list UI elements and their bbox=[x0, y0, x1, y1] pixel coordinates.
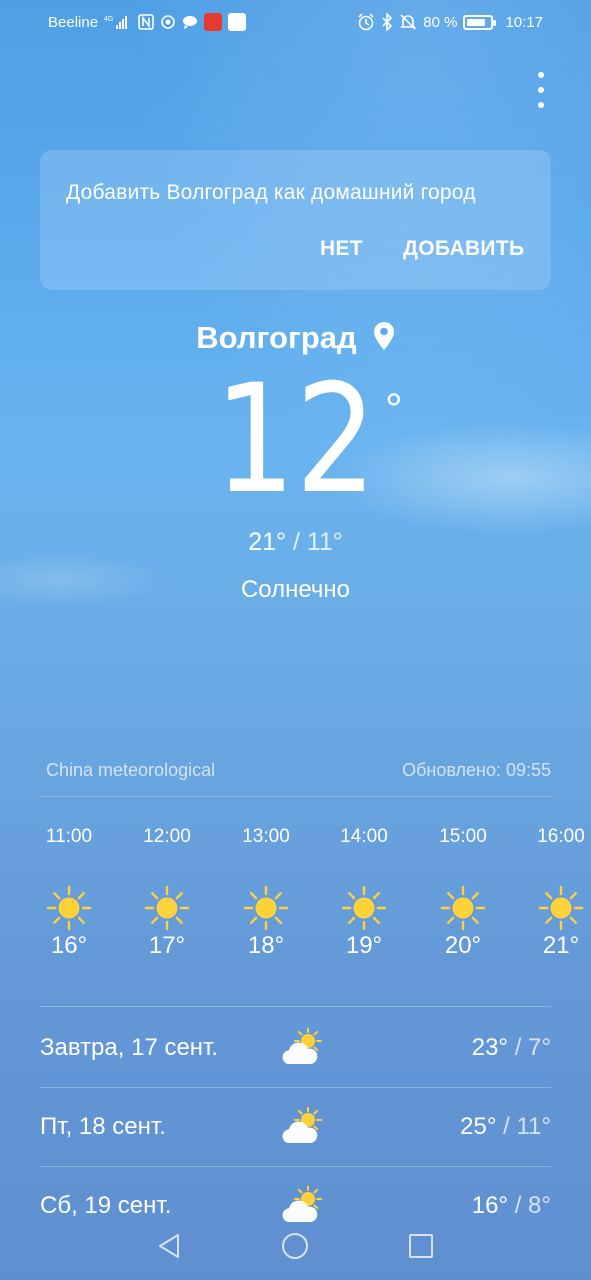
sun-icon bbox=[314, 876, 414, 940]
recents-icon[interactable] bbox=[408, 1232, 434, 1265]
sun-icon bbox=[511, 876, 591, 940]
city-name: Волгоград bbox=[196, 320, 357, 355]
add-home-city-card: Добавить Волгоград как домашний город НЕ… bbox=[40, 150, 551, 290]
home-icon[interactable] bbox=[281, 1232, 309, 1265]
day-label: Сб, 19 сент. bbox=[40, 1192, 172, 1219]
navigation-bar bbox=[0, 1222, 591, 1272]
bluetooth-icon bbox=[381, 13, 393, 31]
battery-icon bbox=[463, 14, 497, 30]
day-temperatures: 23° / 7° bbox=[471, 1034, 551, 1061]
chat-icon bbox=[182, 15, 198, 29]
add-home-city-message: Добавить Волгоград как домашний город bbox=[66, 181, 476, 204]
status-bar: Beeline 4G 80 % 10:17 bbox=[0, 0, 591, 44]
add-button[interactable]: ДОБАВИТЬ bbox=[403, 237, 524, 261]
divider bbox=[40, 1166, 551, 1167]
hourly-item: 15:00 20° bbox=[413, 822, 513, 960]
partly-cloudy-icon bbox=[277, 1028, 327, 1068]
data-provider: China meteorological bbox=[46, 760, 216, 780]
location-target-icon bbox=[160, 14, 176, 30]
carrier-label: Beeline bbox=[48, 13, 99, 31]
partly-cloudy-icon bbox=[277, 1107, 327, 1147]
battery-percent: 80 % bbox=[423, 13, 458, 31]
app-badge-icon bbox=[204, 13, 223, 31]
mute-icon bbox=[399, 13, 417, 31]
current-temperature: 12 bbox=[214, 353, 377, 527]
alarm-icon bbox=[357, 13, 375, 31]
day-temperatures: 16° / 8° bbox=[471, 1192, 551, 1219]
sun-icon bbox=[19, 876, 119, 940]
daily-forecast-row[interactable]: Пт, 18 сент. 25° / 11° bbox=[40, 1097, 551, 1157]
back-icon[interactable] bbox=[156, 1232, 182, 1265]
hourly-item: 13:00 18° bbox=[216, 822, 316, 960]
sun-icon bbox=[413, 876, 513, 940]
divider bbox=[40, 1087, 551, 1088]
nfc-icon bbox=[138, 14, 154, 30]
svg-text:4G: 4G bbox=[104, 16, 113, 23]
divider bbox=[40, 1006, 551, 1007]
source-row: China meteorological Обновлено: 09:55 bbox=[46, 760, 551, 781]
day-label: Завтра, 17 сент. bbox=[40, 1034, 219, 1061]
sun-icon bbox=[117, 876, 217, 940]
city-header[interactable]: Волгоград bbox=[0, 320, 591, 356]
hourly-item: 11:00 16° bbox=[19, 822, 119, 960]
high-temperature: 21° bbox=[248, 528, 286, 556]
high-low-temperature: 21° / 11° bbox=[248, 528, 343, 556]
hourly-item: 16:00 21° bbox=[511, 822, 591, 960]
low-temperature: 11° bbox=[306, 528, 343, 556]
location-pin-icon bbox=[373, 321, 395, 356]
updated-time: Обновлено: 09:55 bbox=[402, 760, 551, 780]
daily-forecast-row[interactable]: Завтра, 17 сент. 23° / 7° bbox=[40, 1018, 551, 1078]
no-button[interactable]: НЕТ bbox=[320, 237, 363, 261]
day-temperatures: 25° / 11° bbox=[460, 1113, 551, 1140]
divider bbox=[40, 796, 551, 797]
degree-symbol: ° bbox=[385, 385, 403, 434]
sun-icon bbox=[216, 876, 316, 940]
signal-icon: 4G bbox=[104, 14, 132, 30]
partly-cloudy-icon bbox=[277, 1186, 327, 1226]
app-badge-icon bbox=[228, 13, 247, 31]
weather-condition: Солнечно bbox=[240, 576, 351, 603]
day-label: Пт, 18 сент. bbox=[40, 1113, 166, 1140]
hourly-item: 14:00 19° bbox=[314, 822, 414, 960]
more-options-icon[interactable] bbox=[531, 72, 551, 108]
clock: 10:17 bbox=[505, 13, 543, 31]
hourly-item: 12:00 17° bbox=[117, 822, 217, 960]
